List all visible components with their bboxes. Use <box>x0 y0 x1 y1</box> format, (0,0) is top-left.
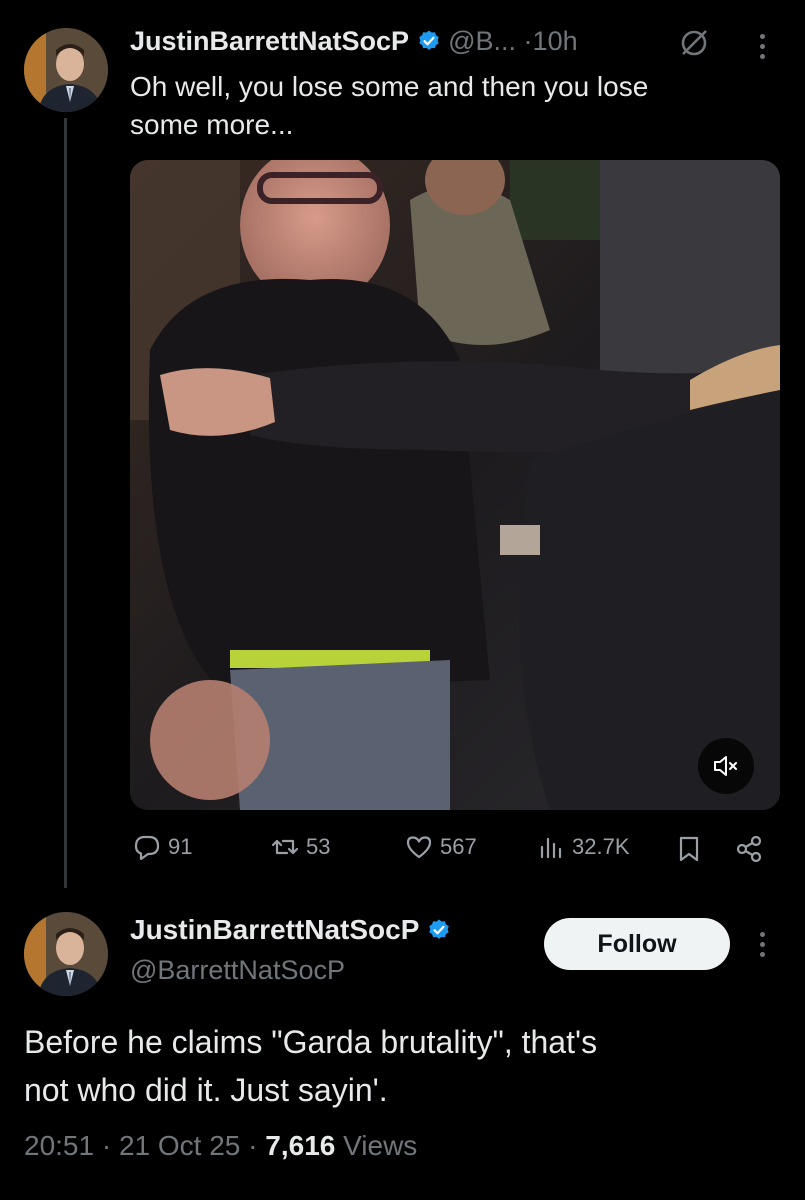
share-icon[interactable] <box>734 834 764 864</box>
post-text-line: Oh well, you lose some and then you lose <box>130 71 649 102</box>
avatar-image <box>24 912 108 996</box>
views-label: Views <box>335 1130 418 1161</box>
video-frame <box>130 160 780 810</box>
bookmark-icon[interactable] <box>676 835 702 863</box>
avatar-image <box>24 28 108 112</box>
separator-dot: · <box>94 1130 119 1161</box>
reply-icon <box>134 835 160 861</box>
display-name[interactable]: JustinBarrettNatSocP <box>130 914 419 945</box>
verified-badge-icon <box>429 919 449 939</box>
views-count: 32.7K <box>572 834 630 859</box>
verified-badge-icon <box>418 30 439 50</box>
speaker-muted-icon <box>714 756 737 776</box>
display-name[interactable]: JustinBarrettNatSocP <box>130 26 409 56</box>
post-time[interactable]: 10h <box>533 26 578 56</box>
like-button[interactable]: 567 <box>404 832 477 862</box>
post-header: JustinBarrettNatSocP @B... ·10h <box>130 26 578 57</box>
reply-button[interactable]: 91 <box>132 832 192 862</box>
reply-count: 91 <box>168 834 193 859</box>
repost-icon <box>271 839 299 855</box>
like-count: 567 <box>440 834 477 859</box>
repost-count: 53 <box>306 834 331 859</box>
post-text: Oh well, you lose some and then you lose… <box>130 68 648 144</box>
post-text: Before he claims "Garda brutality", that… <box>24 1018 597 1114</box>
views-count[interactable]: 7,616 <box>265 1130 335 1161</box>
handle[interactable]: @B... <box>448 26 516 56</box>
grok-icon[interactable] <box>678 27 710 59</box>
repost-button[interactable]: 53 <box>270 832 330 862</box>
follow-button[interactable]: Follow <box>544 918 730 970</box>
views-button[interactable]: 32.7K <box>536 832 630 862</box>
avatar[interactable] <box>24 912 108 996</box>
more-options-icon[interactable] <box>760 932 766 957</box>
post-metadata: 20:51 · 21 Oct 25 · 7,616 Views <box>24 1130 417 1162</box>
separator-dot: · <box>240 1130 266 1161</box>
heart-icon <box>406 836 432 859</box>
post-date[interactable]: 21 Oct 25 <box>119 1130 240 1161</box>
analytics-icon <box>540 837 562 859</box>
post-time[interactable]: 20:51 <box>24 1130 94 1161</box>
handle[interactable]: @BarrettNatSocP <box>130 955 345 986</box>
author-block: JustinBarrettNatSocP <box>130 914 451 946</box>
separator-dot: · <box>523 26 533 56</box>
video-media[interactable] <box>130 160 780 810</box>
post-text-line: some more... <box>130 109 294 140</box>
more-options-icon[interactable] <box>760 34 766 59</box>
post-text-line: Before he claims "Garda brutality", that… <box>24 1024 598 1060</box>
thread-connector-line <box>64 118 67 888</box>
avatar[interactable] <box>24 28 108 112</box>
mute-toggle-button[interactable] <box>698 738 754 794</box>
post-text-line: not who did it. Just sayin'. <box>24 1072 388 1108</box>
